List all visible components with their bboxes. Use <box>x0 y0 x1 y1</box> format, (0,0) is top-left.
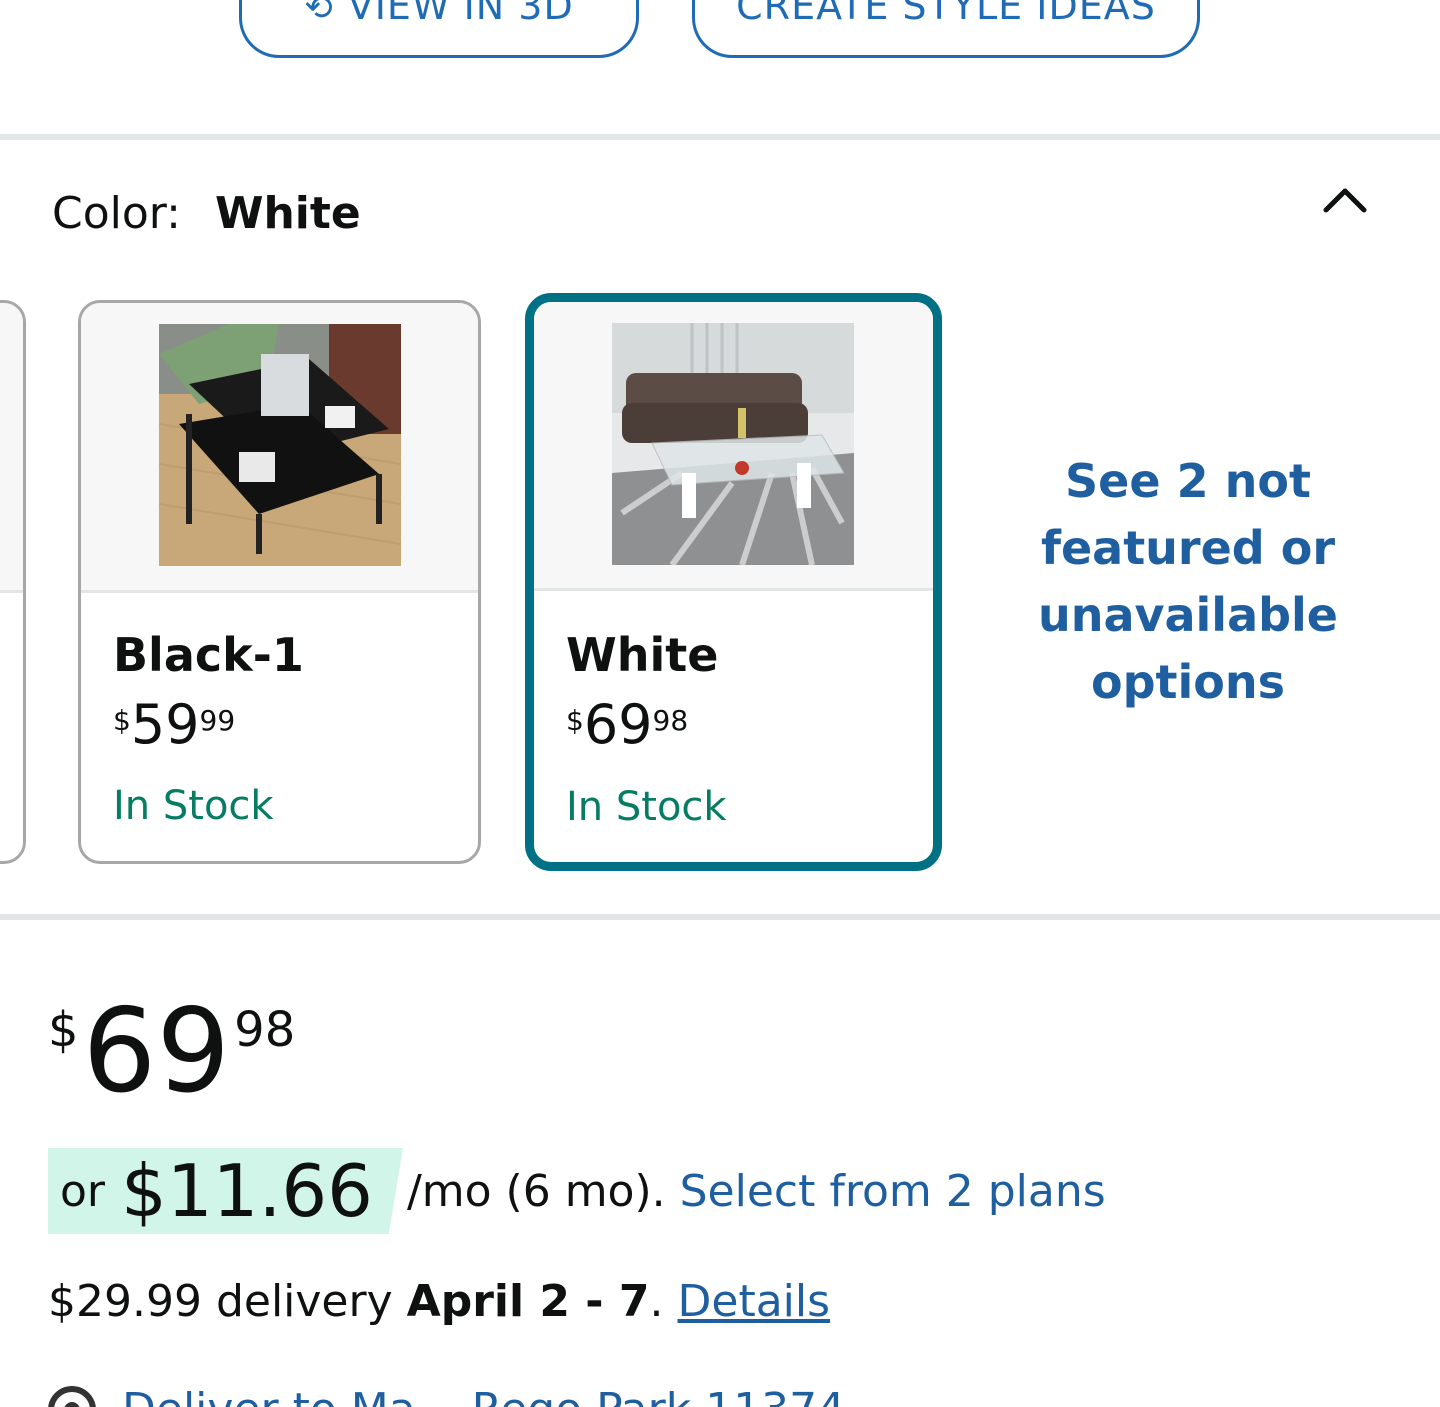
installment-terms: /mo (6 mo). <box>406 1165 666 1217</box>
installment-amount: $11.66 <box>121 1149 373 1233</box>
view-in-3d-label: VIEW IN 3D <box>347 0 574 28</box>
swatch-card-white[interactable]: White $ 69 98 In Stock <box>525 293 942 871</box>
price-whole: 69 <box>82 984 231 1119</box>
selected-color-value: White <box>214 188 361 239</box>
price-currency: $ <box>48 1002 79 1058</box>
swatch-image-area <box>534 302 933 591</box>
swatch-card-partial[interactable] <box>0 300 26 864</box>
delivery-cost: $29.99 delivery <box>48 1276 393 1327</box>
price-whole: 69 <box>583 693 653 756</box>
view-in-3d-button[interactable]: ⟲ VIEW IN 3D <box>239 0 639 58</box>
swatch-image-area <box>0 303 23 593</box>
installment-prefix: or <box>60 1165 106 1217</box>
price-currency: $ <box>113 704 131 737</box>
deliver-to-location[interactable]: Deliver to Ma... Rego Park 11374 <box>48 1384 845 1407</box>
availability-status: In Stock <box>566 784 727 830</box>
rotate-3d-icon: ⟲ <box>304 0 334 28</box>
delivery-details-link[interactable]: Details <box>678 1276 831 1327</box>
price-currency: $ <box>566 704 584 737</box>
swatch-price: $ 59 99 <box>113 698 235 752</box>
main-price: $ 69 98 <box>48 994 295 1110</box>
product-page: ⟲ VIEW IN 3D CREATE STYLE IDEAS Color: W… <box>0 0 1440 1407</box>
installment-offer: or $11.66 /mo (6 mo). Select from 2 plan… <box>48 1148 1106 1234</box>
price-fraction: 99 <box>199 704 236 737</box>
price-fraction: 98 <box>234 1002 296 1058</box>
delivery-date: April 2 - 7 <box>406 1276 650 1327</box>
availability-status: In Stock <box>113 783 274 829</box>
swatch-name: Black-1 <box>113 628 304 682</box>
create-style-ideas-button[interactable]: CREATE STYLE IDEAS <box>692 0 1200 58</box>
color-label: Color: <box>52 188 181 239</box>
section-divider <box>0 914 1440 920</box>
installment-highlight: or $11.66 <box>48 1148 403 1234</box>
price-fraction: 98 <box>652 704 689 737</box>
delivery-period: . <box>649 1276 664 1327</box>
swatch-name: White <box>566 628 719 682</box>
coffee-table-black-image <box>159 324 401 566</box>
select-plans-link[interactable]: Select from 2 plans <box>680 1166 1106 1217</box>
see-unavailable-options-link[interactable]: See 2 not featured or unavailable option… <box>1000 448 1376 716</box>
price-whole: 59 <box>130 693 200 756</box>
chevron-up-icon[interactable] <box>1322 184 1368 214</box>
create-style-ideas-label: CREATE STYLE IDEAS <box>736 0 1156 28</box>
swatch-price: $ 69 98 <box>566 698 688 752</box>
delivery-info: $29.99 delivery April 2 - 7. Details <box>48 1276 830 1327</box>
section-divider <box>0 134 1440 140</box>
swatch-image-area <box>81 303 478 593</box>
coffee-table-white-image <box>612 323 854 565</box>
swatch-card-black-1[interactable]: Black-1 $ 59 99 In Stock <box>78 300 481 864</box>
color-selector-header: Color: White <box>52 188 361 239</box>
deliver-to-text: Deliver to Ma... Rego Park 11374 <box>122 1384 845 1407</box>
location-pin-icon <box>48 1385 96 1407</box>
